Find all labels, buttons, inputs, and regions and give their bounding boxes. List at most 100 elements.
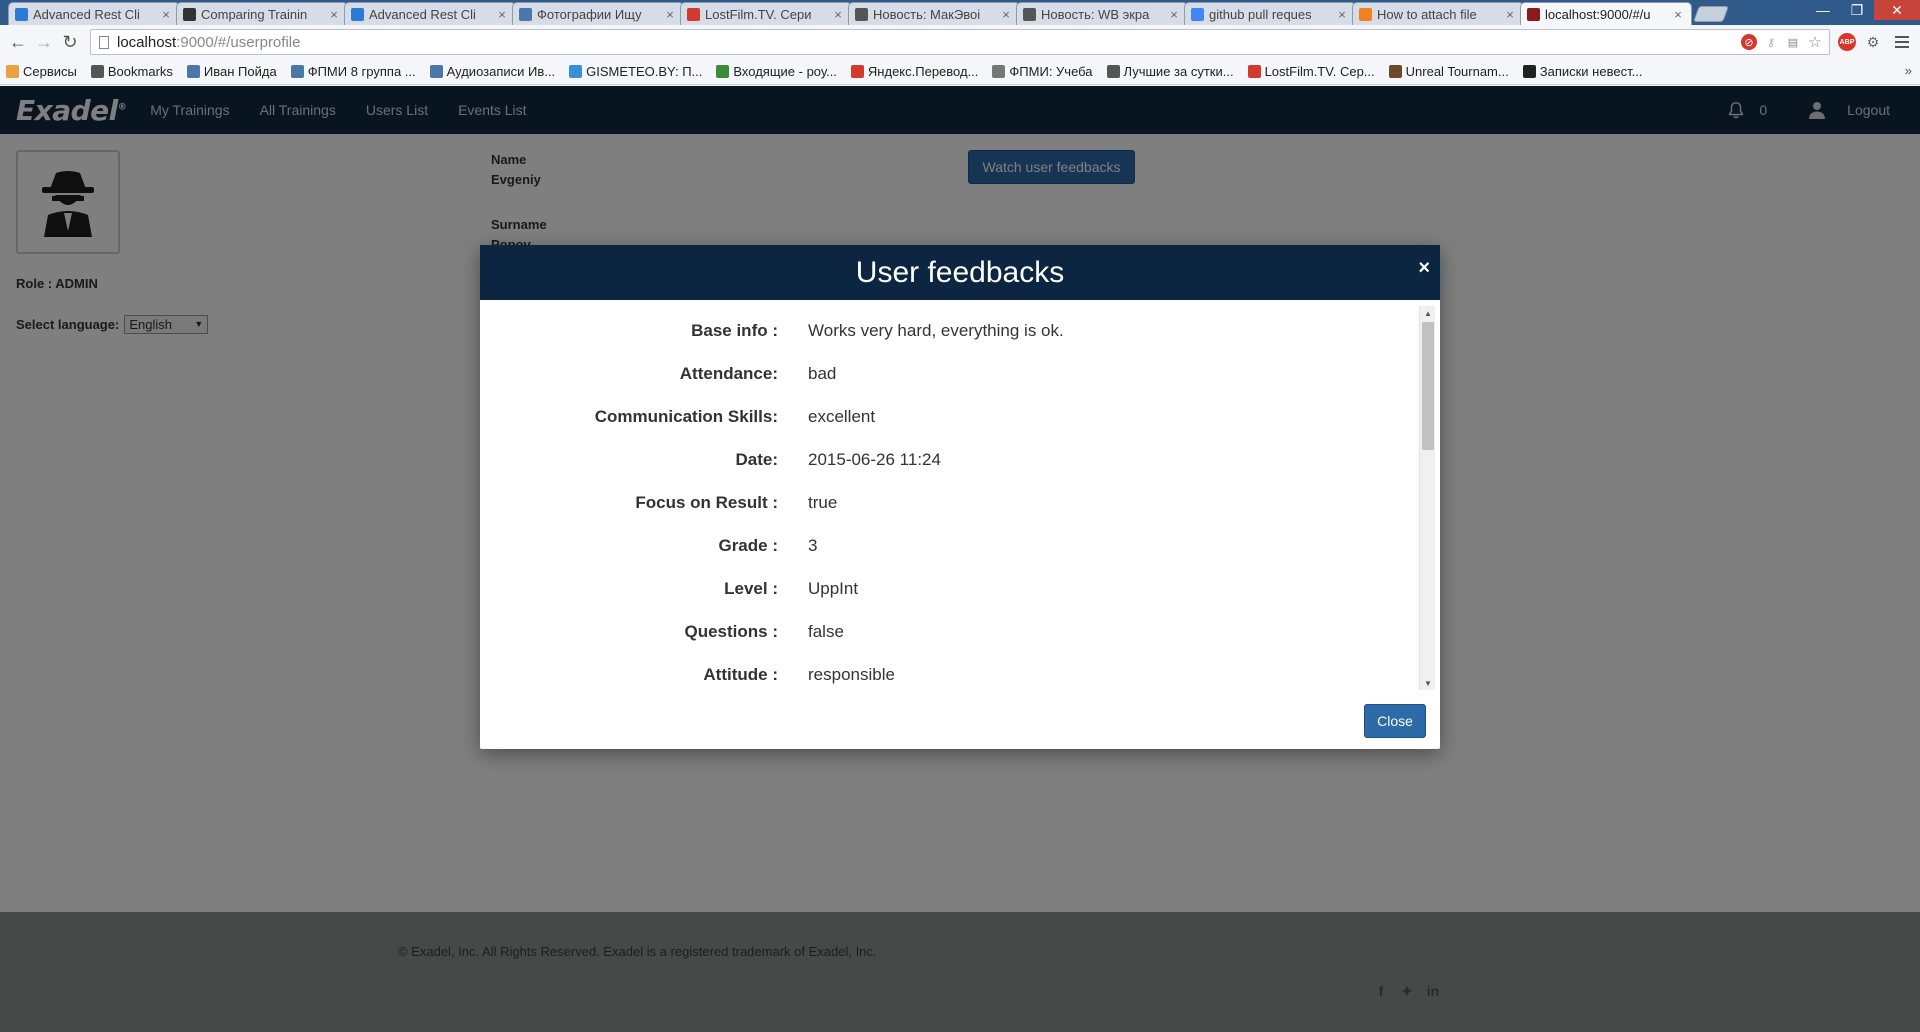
modal-header: User feedbacks × [480,245,1440,300]
e-icon [1522,65,1536,78]
feedback-label: Date: [735,449,778,469]
bookmark-item[interactable]: Unreal Tournam... [1388,64,1509,79]
tools-icon[interactable]: ⚙ [1864,33,1882,51]
forward-icon[interactable]: → [32,30,56,54]
rest-client-icon [15,7,28,21]
bookmark-item[interactable]: Записки невест... [1522,64,1642,79]
bookmarks-more-icon[interactable]: » [1905,63,1912,78]
tab-close-icon[interactable]: × [1167,7,1181,22]
google-icon [1191,7,1204,21]
close-button[interactable]: Close [1364,704,1426,738]
stop-extension-icon[interactable]: ⊘ [1741,34,1757,50]
new-tab-button[interactable] [1693,6,1729,22]
scroll-thumb[interactable] [1422,322,1434,450]
browser-tab[interactable]: Advanced Rest Cli × [344,2,516,25]
tab-close-icon[interactable]: × [1335,7,1349,22]
vk-icon [186,65,200,78]
mail-icon [716,65,730,78]
scrollbar[interactable]: ▲ ▼ [1419,306,1435,690]
maximize-icon[interactable]: ❐ [1840,0,1874,20]
adblock-icon[interactable]: ABP [1838,33,1856,51]
bookmark-item[interactable]: ФПМИ: Учеба [992,64,1093,79]
bookmark-item[interactable]: Яндекс.Перевод... [850,64,979,79]
bookmark-item[interactable]: Входящие - роу... [716,64,837,79]
window-close-icon[interactable]: ✕ [1874,0,1920,20]
tab-title: Advanced Rest Cli [33,6,140,22]
vk-icon [519,7,532,21]
feedback-value: responsible [808,664,895,684]
bookmark-label: GISMETEO.BY: П... [586,64,703,79]
modal-title: User feedbacks [855,255,1065,289]
feedback-row: Attitude : responsible [480,653,1420,692]
bookmark-label: LostFilm.TV. Сер... [1264,64,1375,79]
bookmark-item[interactable]: Аудиозаписи Ив... [429,64,556,79]
bookmark-label: Аудиозаписи Ив... [446,64,556,79]
feedback-modal: User feedbacks × Base info : Works very h… [480,245,1440,749]
browser-tab[interactable]: github pull reques × [1184,2,1356,25]
bookmark-item[interactable]: Сервисы [6,64,77,79]
address-path: :9000/#/userprofile [176,33,301,51]
tab-close-icon[interactable]: × [327,7,341,22]
lostfilm-icon [687,7,700,21]
feedback-fields: Base info : Works very hard, everything i… [480,300,1420,692]
bookmark-item[interactable]: Лучшие за сутки... [1106,64,1234,79]
tab-close-icon[interactable]: × [999,7,1013,22]
address-host: localhost [117,33,177,51]
browser-tab[interactable]: Новость: МакЭвоі × [848,2,1020,25]
tab-close-icon[interactable]: × [1671,7,1685,22]
scroll-up-icon[interactable]: ▲ [1420,306,1436,320]
browser-tab[interactable]: Comparing Trainin × [176,2,348,25]
browser-tab[interactable]: How to attach file × [1352,2,1524,25]
bookmark-label: ФПМИ 8 группа ... [307,64,416,79]
tab-title: Новость: WB экра [1041,6,1150,22]
browser-tab[interactable]: Новость: WB экра × [1016,2,1188,25]
news-icon [1106,65,1120,78]
browser-tab[interactable]: LostFilm.TV. Сери × [680,2,852,25]
close-icon[interactable]: × [1418,257,1430,280]
star-icon[interactable]: ☆ [1807,34,1823,51]
lostfilm-icon [1247,65,1261,78]
tab-close-icon[interactable]: × [1503,7,1517,22]
bookmark-label: Входящие - роу... [733,64,837,79]
browser-tab[interactable]: localhost:9000/#/u × [1520,2,1692,25]
tab-close-icon[interactable]: × [831,7,845,22]
feedback-row: Questions : false [480,610,1420,653]
bookmark-item[interactable]: Иван Пойда [186,64,277,79]
yandex-icon [850,65,864,78]
address-bar[interactable]: localhost:9000/#/userprofile ⊘ ⚷ ▤ ☆ [90,29,1830,55]
bookmark-label: Unreal Tournam... [1405,64,1509,79]
translate-icon[interactable]: ▤ [1785,34,1801,50]
tab-close-icon[interactable]: × [495,7,509,22]
bookmark-label: Сервисы [23,64,77,79]
browser-tab[interactable]: Фотографии Ищу × [512,2,684,25]
bookmark-item[interactable]: Bookmarks [90,64,173,79]
bookmark-item[interactable]: ФПМИ 8 группа ... [290,64,416,79]
feedback-label: Focus on Result : [635,492,778,512]
back-icon[interactable]: ← [6,30,30,54]
tab-close-icon[interactable]: × [159,7,173,22]
tab-title: Advanced Rest Cli [369,6,476,22]
feedback-row: Level : UppInt [480,567,1420,610]
feedback-label: Communication Skills: [594,406,778,426]
tab-title: Comparing Trainin [201,6,308,22]
minimize-icon[interactable]: — [1806,0,1840,20]
feedback-label: Questions : [684,621,778,641]
scroll-down-icon[interactable]: ▼ [1420,676,1436,690]
key-icon[interactable]: ⚷ [1763,34,1779,50]
browser-tab[interactable]: Advanced Rest Cli × [8,2,180,25]
feedback-row: Attendance: bad [480,352,1420,395]
tab-close-icon[interactable]: × [663,7,677,22]
bookmarks-bar: Сервисы Bookmarks Иван Пойда ФПМИ 8 группа … [0,59,1920,85]
feedback-value: Works very hard, everything is ok. [808,320,1064,340]
news-icon [855,7,868,21]
reload-icon[interactable]: ↻ [58,30,82,54]
bookmark-label: ФПМИ: Учеба [1009,64,1093,79]
menu-icon[interactable] [1890,36,1914,48]
bookmark-label: Иван Пойда [203,64,277,79]
extensions: ⊘ ⚷ ▤ ☆ [1741,34,1823,51]
vk-icon [429,65,443,78]
apps-icon [6,65,19,78]
bookmark-label: Яндекс.Перевод... [867,64,979,79]
bookmark-item[interactable]: LostFilm.TV. Сер... [1247,64,1375,79]
bookmark-item[interactable]: GISMETEO.BY: П... [569,64,702,79]
